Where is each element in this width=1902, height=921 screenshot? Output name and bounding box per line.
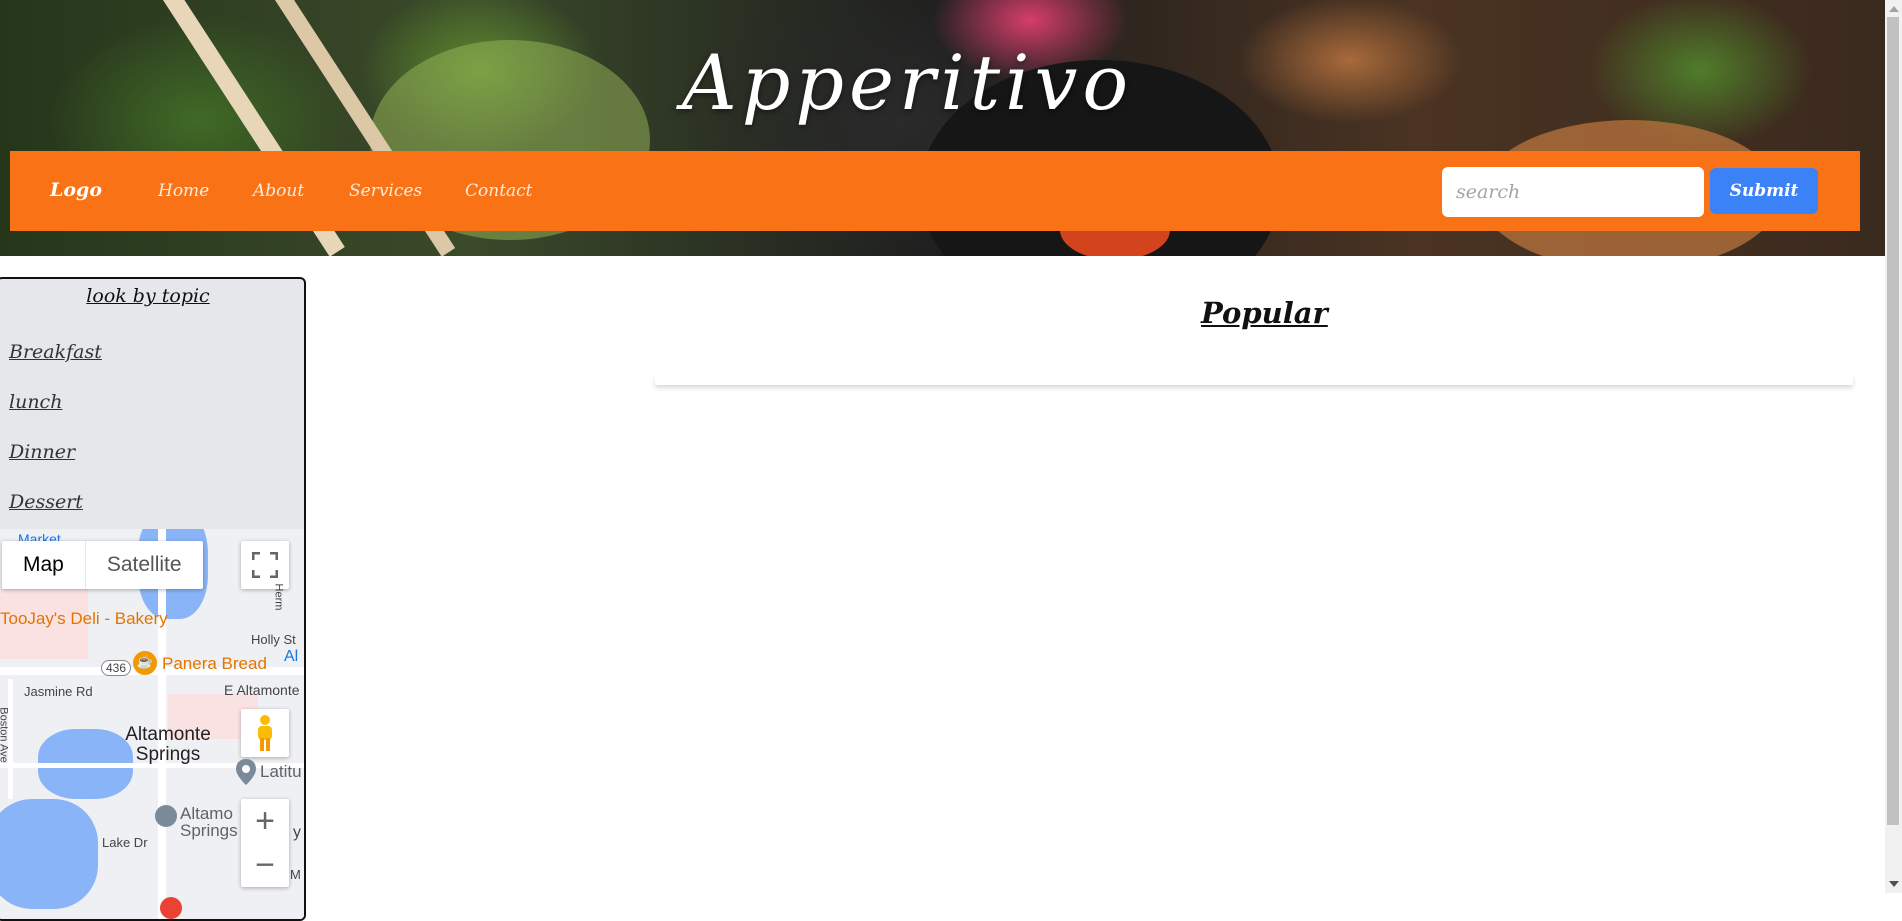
popular-card bbox=[655, 375, 1853, 385]
map-label: Boston Ave bbox=[0, 707, 10, 763]
map-label: Altamonte Springs bbox=[125, 724, 211, 765]
cafe-pin-icon[interactable]: ☕ bbox=[133, 651, 157, 675]
submit-button[interactable]: Submit bbox=[1710, 168, 1818, 214]
hero-banner: Apperitivo Logo Home About Services Cont… bbox=[0, 0, 1885, 256]
nav-link-contact[interactable]: Contact bbox=[465, 181, 533, 201]
zoom-out-icon[interactable]: − bbox=[255, 843, 275, 887]
map-label: Altamo Springs bbox=[180, 804, 238, 840]
map-label: TooJay's Deli - Bakery bbox=[0, 609, 168, 628]
map-route-shield: 436 bbox=[101, 660, 132, 676]
map-type-map-button[interactable]: Map bbox=[2, 541, 86, 589]
pegman-icon[interactable] bbox=[241, 709, 289, 757]
scroll-up-icon[interactable] bbox=[1889, 6, 1899, 12]
map-label: E Altamonte bbox=[224, 682, 300, 698]
map-type-satellite-button[interactable]: Satellite bbox=[86, 541, 203, 589]
topic-link-lunch[interactable]: lunch bbox=[9, 391, 62, 413]
topic-sidebar: look by topic Breakfast lunch Dinner Des… bbox=[0, 277, 306, 921]
logo[interactable]: Logo bbox=[50, 179, 102, 201]
nav-link-about[interactable]: About bbox=[253, 181, 304, 201]
topic-link-breakfast[interactable]: Breakfast bbox=[9, 341, 102, 363]
map-label: Jasmine Rd bbox=[24, 684, 93, 699]
popular-heading: Popular bbox=[1201, 296, 1328, 330]
google-map[interactable]: Market Map Satellite TooJay's Deli - Bak… bbox=[0, 529, 304, 919]
library-pin-icon[interactable] bbox=[155, 805, 177, 827]
map-label: M bbox=[290, 867, 301, 882]
nav-link-home[interactable]: Home bbox=[158, 181, 209, 201]
topic-link-dessert[interactable]: Dessert bbox=[9, 491, 83, 513]
site-title: Apperitivo bbox=[681, 38, 1134, 127]
zoom-in-icon[interactable]: + bbox=[255, 799, 275, 843]
map-label: Panera Bread bbox=[162, 654, 267, 673]
nav-link-services[interactable]: Services bbox=[349, 181, 422, 201]
map-label: Holly St bbox=[251, 632, 296, 647]
zoom-control: + − bbox=[241, 799, 289, 887]
scroll-down-icon[interactable] bbox=[1889, 881, 1899, 887]
scrollbar-thumb[interactable] bbox=[1887, 17, 1899, 825]
map-label: Herm bbox=[272, 583, 285, 611]
navbar: Logo Home About Services Contact Submit bbox=[10, 151, 1860, 231]
map-label: Lake Dr bbox=[102, 835, 148, 850]
topic-sidebar-title: look by topic bbox=[86, 285, 210, 307]
map-label: Al bbox=[284, 648, 299, 665]
search-input[interactable] bbox=[1442, 167, 1704, 217]
map-label: y bbox=[293, 824, 301, 841]
topic-link-dinner[interactable]: Dinner bbox=[9, 441, 75, 463]
map-label: Latitu bbox=[260, 762, 302, 781]
map-type-toggle: Map Satellite bbox=[2, 541, 203, 589]
location-pin-icon[interactable] bbox=[236, 759, 256, 785]
location-pin-icon[interactable] bbox=[160, 897, 182, 919]
fullscreen-icon[interactable] bbox=[241, 541, 289, 589]
page-scrollbar[interactable] bbox=[1885, 0, 1902, 893]
